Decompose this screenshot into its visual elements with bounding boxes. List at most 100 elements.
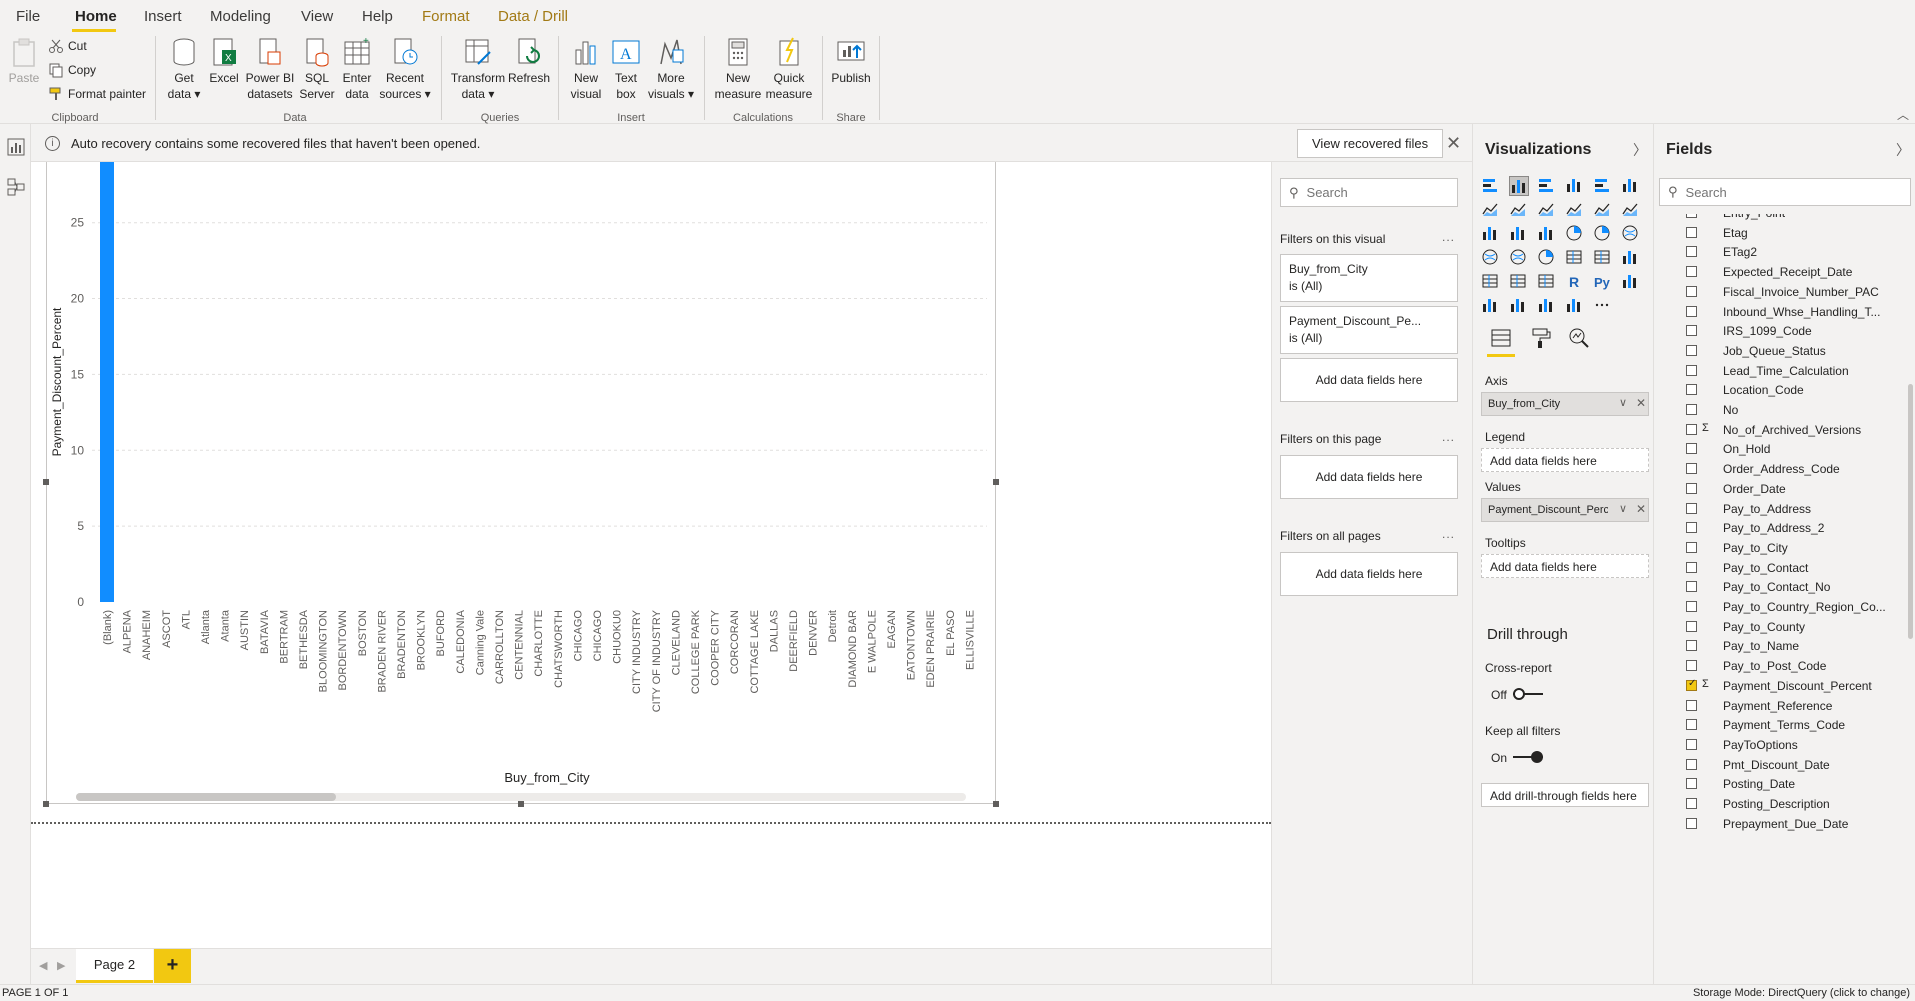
field-item[interactable]: Lead_Time_Calculation bbox=[1654, 360, 1904, 382]
more-options-icon[interactable]: ... bbox=[1442, 430, 1455, 444]
chevron-down-icon[interactable]: ∨ bbox=[1619, 396, 1627, 409]
enter-data-button[interactable]: + Enter data bbox=[340, 36, 374, 102]
resize-handle-bottom-left[interactable] bbox=[43, 801, 49, 807]
field-checkbox[interactable] bbox=[1686, 678, 1697, 691]
100-stacked-bar-icon[interactable] bbox=[1593, 176, 1613, 196]
fields-well-tab-icon[interactable] bbox=[1489, 326, 1513, 350]
tab-view[interactable]: View bbox=[301, 8, 333, 25]
more-options-icon[interactable]: ... bbox=[1442, 230, 1455, 244]
new-measure-button[interactable]: New measure bbox=[712, 36, 764, 102]
sql-server-button[interactable]: SQL Server bbox=[298, 36, 336, 102]
more-visuals-button[interactable]: More visuals ▾ bbox=[646, 36, 696, 102]
field-item[interactable]: Inbound_Whse_Handling_T... bbox=[1654, 301, 1904, 323]
format-painter-button[interactable]: Format painter bbox=[48, 86, 146, 102]
field-checkbox[interactable] bbox=[1686, 660, 1697, 672]
line-column-icon[interactable] bbox=[1565, 200, 1585, 220]
resize-handle-left[interactable] bbox=[43, 479, 49, 485]
field-item[interactable]: Pay_to_Contact bbox=[1654, 557, 1904, 579]
analytics-magnifier-icon[interactable] bbox=[1567, 326, 1591, 350]
100-stacked-column-icon[interactable] bbox=[1621, 176, 1641, 196]
gauge-icon[interactable] bbox=[1537, 248, 1557, 268]
field-item[interactable]: Payment_Reference bbox=[1654, 695, 1904, 717]
line-clustered-column-icon[interactable] bbox=[1593, 200, 1613, 220]
tooltips-drop-zone[interactable]: Add data fields here bbox=[1481, 554, 1649, 578]
chart-scroll-thumb[interactable] bbox=[76, 793, 336, 801]
matrix-icon[interactable] bbox=[1537, 272, 1557, 292]
field-checkbox[interactable] bbox=[1686, 325, 1697, 337]
power-bi-datasets-button[interactable]: Power BI datasets bbox=[244, 36, 296, 102]
field-checkbox[interactable] bbox=[1686, 719, 1697, 731]
field-item[interactable]: Σ No_of_Archived_Versions bbox=[1654, 419, 1904, 441]
field-item[interactable]: Pay_to_Address bbox=[1654, 498, 1904, 520]
collapse-chevron-right-icon[interactable]: 〉 bbox=[1633, 140, 1647, 160]
field-item[interactable]: No bbox=[1654, 399, 1904, 421]
stacked-column-icon[interactable] bbox=[1509, 176, 1529, 196]
field-checkbox[interactable] bbox=[1686, 482, 1697, 494]
filter-card-buy-from-city[interactable]: Buy_from_City is (All) bbox=[1280, 254, 1458, 302]
tab-help[interactable]: Help bbox=[362, 8, 393, 25]
chevron-down-icon[interactable]: ∨ bbox=[1619, 502, 1627, 515]
field-item[interactable]: Pay_to_Post_Code bbox=[1654, 655, 1904, 677]
remove-field-close-icon[interactable]: ✕ bbox=[1636, 502, 1646, 516]
field-checkbox[interactable] bbox=[1686, 305, 1697, 317]
format-paint-roller-icon[interactable] bbox=[1529, 326, 1553, 350]
field-item[interactable]: Pay_to_County bbox=[1654, 616, 1904, 638]
model-view-icon[interactable] bbox=[7, 178, 25, 196]
field-checkbox[interactable] bbox=[1686, 384, 1697, 396]
fields-search-box[interactable]: ⚲ bbox=[1659, 178, 1911, 206]
close-notification-icon[interactable]: ✕ bbox=[1446, 133, 1461, 154]
card-icon[interactable] bbox=[1565, 248, 1585, 268]
field-checkbox[interactable] bbox=[1686, 344, 1697, 356]
field-checkbox[interactable] bbox=[1686, 541, 1697, 553]
new-visual-button[interactable]: New visual bbox=[566, 36, 606, 102]
collapse-chevron-right-icon[interactable]: 〉 bbox=[1896, 140, 1910, 160]
resize-handle-right[interactable] bbox=[993, 479, 999, 485]
line-chart-icon[interactable] bbox=[1481, 200, 1501, 220]
r-visual-icon[interactable]: R bbox=[1565, 272, 1585, 292]
field-item[interactable]: Prepayment_Due_Date bbox=[1654, 813, 1904, 835]
field-checkbox[interactable] bbox=[1686, 778, 1697, 790]
field-checkbox[interactable] bbox=[1686, 601, 1697, 612]
multi-row-card-icon[interactable] bbox=[1593, 248, 1613, 268]
tab-data-drill[interactable]: Data / Drill bbox=[498, 8, 568, 25]
text-box-button[interactable]: A Text box bbox=[608, 36, 644, 102]
more-options-icon[interactable]: ... bbox=[1442, 527, 1455, 541]
drill-through-drop-zone[interactable]: Add drill-through fields here bbox=[1481, 783, 1649, 807]
excel-button[interactable]: X Excel bbox=[208, 36, 240, 86]
donut-icon[interactable] bbox=[1593, 224, 1613, 244]
field-item[interactable]: Etag bbox=[1654, 222, 1904, 244]
cut-button[interactable]: Cut bbox=[48, 38, 87, 54]
field-checkbox[interactable] bbox=[1686, 620, 1697, 632]
publish-button[interactable]: Publish bbox=[830, 36, 872, 86]
field-checkbox[interactable] bbox=[1686, 561, 1697, 573]
view-recovered-files-button[interactable]: View recovered files bbox=[1297, 129, 1444, 158]
field-item[interactable]: Location_Code bbox=[1654, 379, 1904, 401]
field-item[interactable]: Pay_to_City bbox=[1654, 537, 1904, 559]
field-checkbox[interactable] bbox=[1686, 798, 1697, 809]
transform-data-button[interactable]: Transform data ▾ bbox=[450, 36, 506, 102]
filters-search-box[interactable]: ⚲ bbox=[1280, 178, 1458, 207]
add-page-button[interactable]: + bbox=[154, 949, 191, 983]
field-item[interactable]: Posting_Description bbox=[1654, 793, 1904, 815]
ribbon-chart-icon[interactable] bbox=[1621, 200, 1641, 220]
treemap-icon[interactable] bbox=[1621, 224, 1641, 244]
filter-card-payment-discount[interactable]: Payment_Discount_Pe... is (All) bbox=[1280, 306, 1458, 354]
field-item[interactable]: ETag2 bbox=[1654, 241, 1904, 263]
field-checkbox[interactable] bbox=[1686, 214, 1697, 218]
next-page-arrow-icon[interactable]: ▶ bbox=[57, 959, 65, 972]
remove-field-close-icon[interactable]: ✕ bbox=[1636, 396, 1646, 410]
slicer-icon[interactable] bbox=[1481, 272, 1501, 292]
keep-all-filters-toggle[interactable] bbox=[1513, 750, 1543, 764]
key-influencers-icon[interactable] bbox=[1621, 272, 1641, 292]
report-view-icon[interactable] bbox=[7, 138, 25, 156]
scatter-icon[interactable] bbox=[1537, 224, 1557, 244]
field-checkbox[interactable] bbox=[1686, 522, 1697, 534]
page-filter-drop-zone[interactable]: Add data fields here bbox=[1280, 455, 1458, 499]
field-checkbox[interactable] bbox=[1686, 699, 1697, 711]
field-checkbox[interactable] bbox=[1686, 246, 1697, 258]
field-checkbox[interactable] bbox=[1686, 640, 1697, 652]
copy-button[interactable]: Copy bbox=[48, 62, 96, 78]
fields-search-input[interactable] bbox=[1685, 184, 1806, 200]
report-filter-drop-zone[interactable]: Add data fields here bbox=[1280, 552, 1458, 596]
field-item[interactable]: Order_Date bbox=[1654, 478, 1904, 500]
